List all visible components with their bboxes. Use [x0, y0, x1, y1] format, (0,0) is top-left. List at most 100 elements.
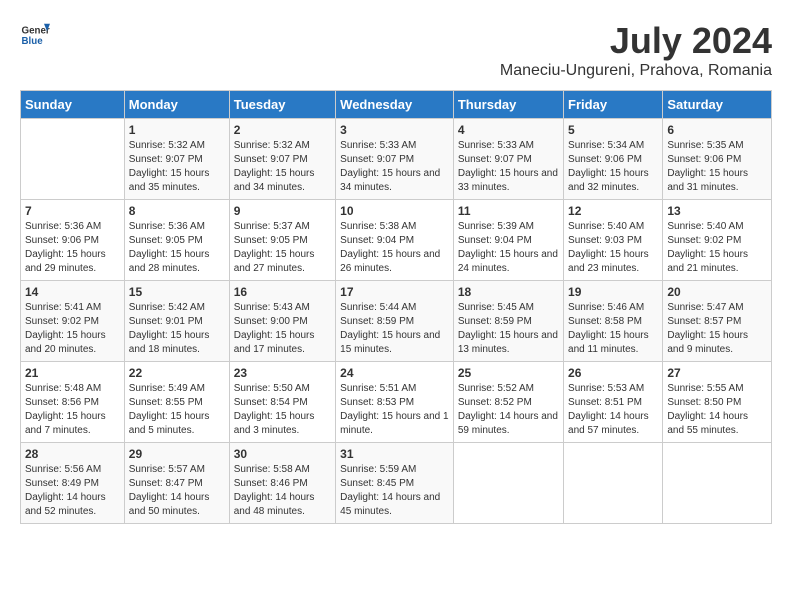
logo-icon: General Blue	[20, 20, 50, 50]
week-row-5: 28 Sunrise: 5:56 AMSunset: 8:49 PMDayligh…	[21, 443, 772, 524]
day-info: Sunrise: 5:33 AMSunset: 9:07 PMDaylight:…	[340, 139, 449, 195]
svg-text:Blue: Blue	[22, 36, 44, 47]
day-info: Sunrise: 5:40 AMSunset: 9:03 PMDaylight:…	[568, 220, 658, 276]
day-cell	[453, 443, 563, 524]
day-cell: 19 Sunrise: 5:46 AMSunset: 8:58 PMDayligh…	[564, 281, 663, 362]
day-info: Sunrise: 5:36 AMSunset: 9:06 PMDaylight:…	[25, 220, 120, 276]
day-info: Sunrise: 5:41 AMSunset: 9:02 PMDaylight:…	[25, 301, 120, 357]
day-number: 15	[129, 285, 225, 299]
day-number: 10	[340, 204, 449, 218]
day-number: 9	[234, 204, 331, 218]
day-cell	[564, 443, 663, 524]
day-info: Sunrise: 5:37 AMSunset: 9:05 PMDaylight:…	[234, 220, 331, 276]
day-info: Sunrise: 5:38 AMSunset: 9:04 PMDaylight:…	[340, 220, 449, 276]
header-row: SundayMondayTuesdayWednesdayThursdayFrid…	[21, 91, 772, 119]
page-header: General Blue July 2024 Maneciu-Ungureni,…	[20, 20, 772, 80]
day-number: 21	[25, 366, 120, 380]
day-info: Sunrise: 5:46 AMSunset: 8:58 PMDaylight:…	[568, 301, 658, 357]
day-info: Sunrise: 5:33 AMSunset: 9:07 PMDaylight:…	[458, 139, 559, 195]
day-info: Sunrise: 5:32 AMSunset: 9:07 PMDaylight:…	[129, 139, 225, 195]
day-cell: 6 Sunrise: 5:35 AMSunset: 9:06 PMDaylight…	[663, 119, 772, 200]
day-cell: 30 Sunrise: 5:58 AMSunset: 8:46 PMDayligh…	[229, 443, 335, 524]
day-number: 11	[458, 204, 559, 218]
day-number: 28	[25, 447, 120, 461]
calendar-body: 1 Sunrise: 5:32 AMSunset: 9:07 PMDaylight…	[21, 119, 772, 524]
day-cell: 1 Sunrise: 5:32 AMSunset: 9:07 PMDaylight…	[124, 119, 229, 200]
day-number: 6	[667, 123, 767, 137]
day-info: Sunrise: 5:36 AMSunset: 9:05 PMDaylight:…	[129, 220, 225, 276]
day-cell: 28 Sunrise: 5:56 AMSunset: 8:49 PMDayligh…	[21, 443, 125, 524]
day-cell: 14 Sunrise: 5:41 AMSunset: 9:02 PMDayligh…	[21, 281, 125, 362]
day-number: 23	[234, 366, 331, 380]
day-cell: 16 Sunrise: 5:43 AMSunset: 9:00 PMDayligh…	[229, 281, 335, 362]
day-info: Sunrise: 5:56 AMSunset: 8:49 PMDaylight:…	[25, 463, 120, 519]
day-number: 19	[568, 285, 658, 299]
day-info: Sunrise: 5:34 AMSunset: 9:06 PMDaylight:…	[568, 139, 658, 195]
day-info: Sunrise: 5:51 AMSunset: 8:53 PMDaylight:…	[340, 382, 449, 438]
header-cell-saturday: Saturday	[663, 91, 772, 119]
day-number: 4	[458, 123, 559, 137]
day-cell: 27 Sunrise: 5:55 AMSunset: 8:50 PMDayligh…	[663, 362, 772, 443]
day-number: 5	[568, 123, 658, 137]
day-number: 12	[568, 204, 658, 218]
day-cell: 18Sunrise: 5:45 AMSunset: 8:59 PMDayligh…	[453, 281, 563, 362]
day-number: 8	[129, 204, 225, 218]
day-number: 31	[340, 447, 449, 461]
day-cell: 12 Sunrise: 5:40 AMSunset: 9:03 PMDayligh…	[564, 200, 663, 281]
day-cell: 21 Sunrise: 5:48 AMSunset: 8:56 PMDayligh…	[21, 362, 125, 443]
day-cell	[21, 119, 125, 200]
day-info: Sunrise: 5:55 AMSunset: 8:50 PMDaylight:…	[667, 382, 767, 438]
header-cell-wednesday: Wednesday	[336, 91, 454, 119]
day-info: Sunrise: 5:35 AMSunset: 9:06 PMDaylight:…	[667, 139, 767, 195]
day-number: 13	[667, 204, 767, 218]
day-info: Sunrise: 5:52 AMSunset: 8:52 PMDaylight:…	[458, 382, 559, 438]
day-info: Sunrise: 5:39 AMSunset: 9:04 PMDaylight:…	[458, 220, 559, 276]
day-cell: 3 Sunrise: 5:33 AMSunset: 9:07 PMDaylight…	[336, 119, 454, 200]
day-info: Sunrise: 5:45 AMSunset: 8:59 PMDaylight:…	[458, 301, 559, 357]
day-cell: 31Sunrise: 5:59 AMSunset: 8:45 PMDayligh…	[336, 443, 454, 524]
day-number: 29	[129, 447, 225, 461]
day-number: 17	[340, 285, 449, 299]
week-row-2: 7Sunrise: 5:36 AMSunset: 9:06 PMDaylight…	[21, 200, 772, 281]
week-row-4: 21 Sunrise: 5:48 AMSunset: 8:56 PMDayligh…	[21, 362, 772, 443]
day-number: 30	[234, 447, 331, 461]
day-number: 3	[340, 123, 449, 137]
day-number: 14	[25, 285, 120, 299]
calendar-table: SundayMondayTuesdayWednesdayThursdayFrid…	[20, 90, 772, 524]
day-cell: 24 Sunrise: 5:51 AMSunset: 8:53 PMDayligh…	[336, 362, 454, 443]
day-info: Sunrise: 5:47 AMSunset: 8:57 PMDaylight:…	[667, 301, 767, 357]
header-cell-sunday: Sunday	[21, 91, 125, 119]
week-row-3: 14 Sunrise: 5:41 AMSunset: 9:02 PMDayligh…	[21, 281, 772, 362]
day-info: Sunrise: 5:32 AMSunset: 9:07 PMDaylight:…	[234, 139, 331, 195]
day-number: 27	[667, 366, 767, 380]
logo: General Blue	[20, 20, 50, 50]
title-block: July 2024 Maneciu-Ungureni, Prahova, Rom…	[500, 20, 772, 80]
day-number: 24	[340, 366, 449, 380]
main-title: July 2024	[500, 20, 772, 62]
day-cell: 8 Sunrise: 5:36 AMSunset: 9:05 PMDaylight…	[124, 200, 229, 281]
day-cell: 29Sunrise: 5:57 AMSunset: 8:47 PMDayligh…	[124, 443, 229, 524]
day-info: Sunrise: 5:40 AMSunset: 9:02 PMDaylight:…	[667, 220, 767, 276]
header-cell-monday: Monday	[124, 91, 229, 119]
day-cell: 20Sunrise: 5:47 AMSunset: 8:57 PMDayligh…	[663, 281, 772, 362]
day-cell: 17Sunrise: 5:44 AMSunset: 8:59 PMDayligh…	[336, 281, 454, 362]
day-cell: 26Sunrise: 5:53 AMSunset: 8:51 PMDayligh…	[564, 362, 663, 443]
day-number: 16	[234, 285, 331, 299]
header-cell-tuesday: Tuesday	[229, 91, 335, 119]
header-cell-friday: Friday	[564, 91, 663, 119]
day-cell: 4 Sunrise: 5:33 AMSunset: 9:07 PMDaylight…	[453, 119, 563, 200]
day-info: Sunrise: 5:48 AMSunset: 8:56 PMDaylight:…	[25, 382, 120, 438]
subtitle: Maneciu-Ungureni, Prahova, Romania	[500, 62, 772, 80]
day-cell: 2 Sunrise: 5:32 AMSunset: 9:07 PMDaylight…	[229, 119, 335, 200]
day-info: Sunrise: 5:43 AMSunset: 9:00 PMDaylight:…	[234, 301, 331, 357]
day-info: Sunrise: 5:49 AMSunset: 8:55 PMDaylight:…	[129, 382, 225, 438]
day-cell: 25Sunrise: 5:52 AMSunset: 8:52 PMDayligh…	[453, 362, 563, 443]
day-cell: 7Sunrise: 5:36 AMSunset: 9:06 PMDaylight…	[21, 200, 125, 281]
day-cell: 9 Sunrise: 5:37 AMSunset: 9:05 PMDaylight…	[229, 200, 335, 281]
day-number: 1	[129, 123, 225, 137]
day-number: 2	[234, 123, 331, 137]
day-cell: 10 Sunrise: 5:38 AMSunset: 9:04 PMDayligh…	[336, 200, 454, 281]
week-row-1: 1 Sunrise: 5:32 AMSunset: 9:07 PMDaylight…	[21, 119, 772, 200]
day-info: Sunrise: 5:58 AMSunset: 8:46 PMDaylight:…	[234, 463, 331, 519]
day-cell: 22Sunrise: 5:49 AMSunset: 8:55 PMDayligh…	[124, 362, 229, 443]
